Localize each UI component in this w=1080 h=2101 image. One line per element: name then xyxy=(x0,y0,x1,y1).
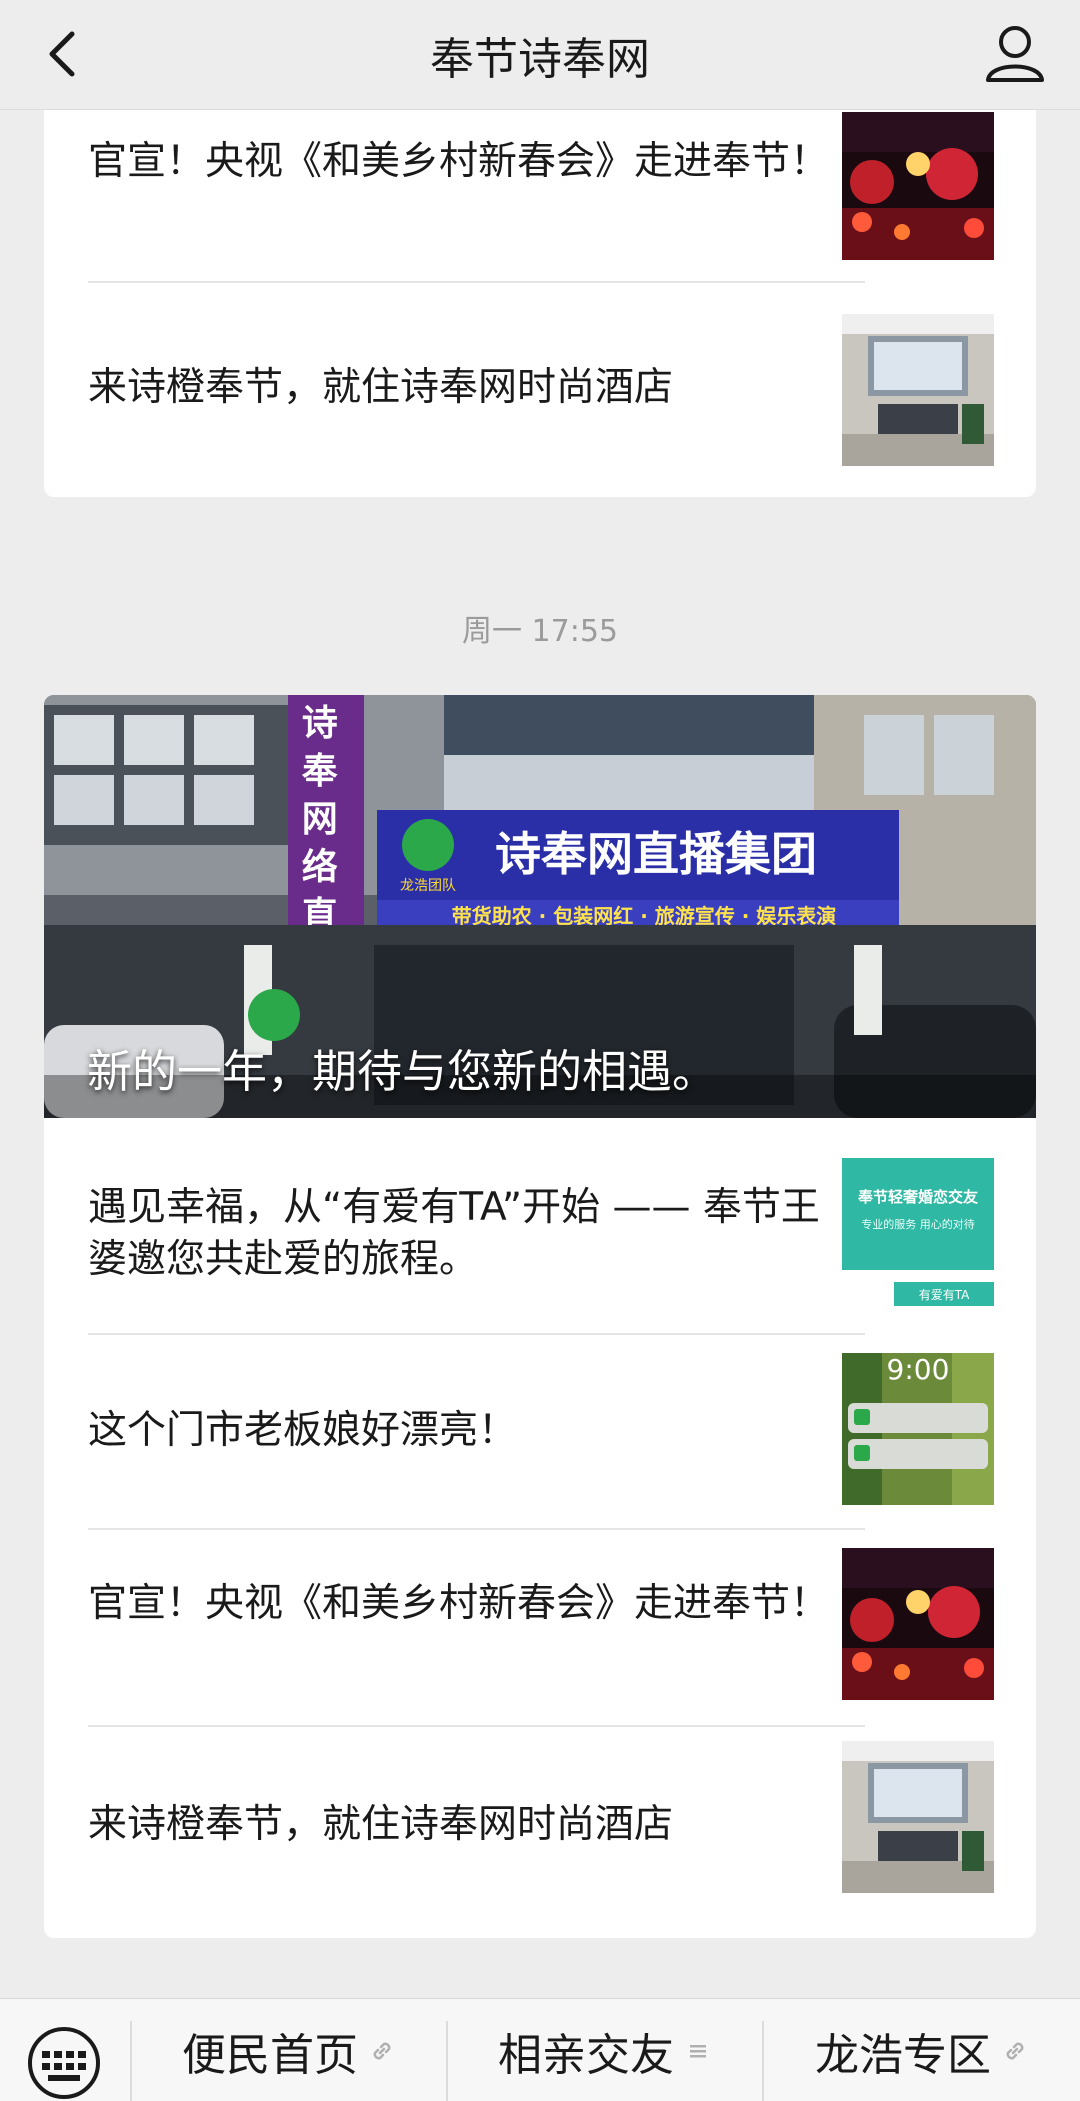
menu-item-label: 便民首页 xyxy=(182,2029,358,2081)
article-row[interactable]: 这个门市老板娘好漂亮！ 9:00 xyxy=(44,1335,1036,1528)
dating-thumbnail[interactable]: 奉节轻奢婚恋交友 专业的服务 用心的对待 有爱有TA xyxy=(842,1158,994,1310)
user-profile-icon[interactable] xyxy=(980,18,1050,88)
article-card-2: 诗 奉 网 络 直 播 龙浩团队 诗奉网直播集团 带货助农 · 包装网红 · 旅… xyxy=(44,695,1036,1938)
hotel-thumbnail[interactable] xyxy=(842,1741,994,1893)
concert-thumbnail[interactable] xyxy=(842,1548,994,1700)
keyboard-icon[interactable] xyxy=(26,2025,102,2101)
sign-badge: 龙浩团队 xyxy=(400,878,456,894)
article-title[interactable]: 来诗橙奉节，就住诗奉网时尚酒店 xyxy=(88,362,858,414)
bottom-menu-bar: 便民首页 相亲交友 龙浩专区 xyxy=(0,1998,1080,2101)
article-title[interactable]: 这个门市老板娘好漂亮！ xyxy=(88,1405,858,1457)
link-icon xyxy=(373,2042,391,2059)
phone-screenshot-thumbnail[interactable]: 9:00 xyxy=(842,1353,994,1505)
menu-item-dating[interactable]: 相亲交友 xyxy=(448,1999,762,2101)
article-row[interactable]: 来诗橙奉节，就住诗奉网时尚酒店 xyxy=(44,1727,1036,1938)
link-icon xyxy=(1006,2042,1024,2059)
article-row[interactable]: 官宣！央视《和美乡村新春会》走进奉节！ xyxy=(44,110,1036,280)
thumb-text: 奉节轻奢婚恋交友 xyxy=(857,1188,978,1206)
hero-article[interactable]: 诗 奉 网 络 直 播 龙浩团队 诗奉网直播集团 带货助农 · 包装网红 · 旅… xyxy=(44,695,1036,1118)
back-arrow-icon[interactable] xyxy=(36,24,96,84)
thumb-time: 9:00 xyxy=(887,1353,950,1386)
menu-item-home[interactable]: 便民首页 xyxy=(132,1999,446,2101)
article-row[interactable]: 来诗橙奉节，就住诗奉网时尚酒店 xyxy=(44,282,1036,497)
article-title[interactable]: 来诗橙奉节，就住诗奉网时尚酒店 xyxy=(88,1799,858,1851)
thumb-badge: 有爱有TA xyxy=(919,1288,970,1302)
submenu-icon xyxy=(690,2044,706,2057)
menu-item-label: 相亲交友 xyxy=(498,2029,674,2081)
article-title[interactable]: 官宣！央视《和美乡村新春会》走进奉节！ xyxy=(88,136,858,188)
thumb-sub: 专业的服务 用心的对待 xyxy=(861,1217,975,1231)
menu-item-label: 龙浩专区 xyxy=(815,2029,991,2081)
hotel-thumbnail[interactable] xyxy=(842,314,994,466)
sign-main: 诗奉网直播集团 xyxy=(495,827,817,881)
article-card-1: 官宣！央视《和美乡村新春会》走进奉节！ 来诗橙奉节，就住诗奉网时尚酒店 xyxy=(44,110,1036,497)
sign-sub: 带货助农 · 包装网红 · 旅游宣传 · 娱乐表演 xyxy=(452,904,837,928)
article-row[interactable]: 遇见幸福，从“有爱有TA”开始 —— 奉节王婆邀您共赴爱的旅程。 奉节轻奢婚恋交… xyxy=(44,1118,1036,1333)
article-title[interactable]: 遇见幸福，从“有爱有TA”开始 —— 奉节王婆邀您共赴爱的旅程。 xyxy=(88,1182,858,1286)
page-title: 奉节诗奉网 xyxy=(430,33,650,85)
hero-caption[interactable]: 新的一年，期待与您新的相遇。 xyxy=(87,1035,717,1100)
menu-item-longhao[interactable]: 龙浩专区 xyxy=(764,1999,1080,2101)
article-title[interactable]: 官宣！央视《和美乡村新春会》走进奉节！ xyxy=(88,1578,858,1630)
concert-thumbnail[interactable] xyxy=(842,112,994,260)
message-timestamp: 周一 17:55 xyxy=(462,614,618,649)
article-row[interactable]: 官宣！央视《和美乡村新春会》走进奉节！ xyxy=(44,1530,1036,1725)
top-bar: 奉节诗奉网 xyxy=(0,0,1080,110)
